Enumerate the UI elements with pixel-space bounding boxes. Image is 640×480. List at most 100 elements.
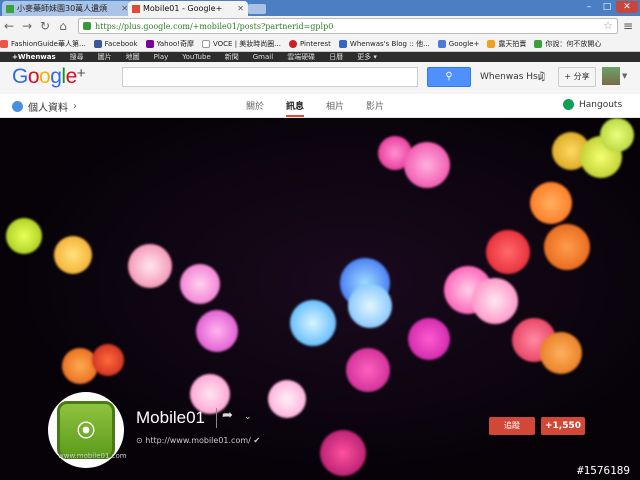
bokeh-light [320,430,366,476]
bookmarks-bar: FashionGuide華人第... Facebook Yahoo!奇摩 VOC… [0,36,640,52]
tab-videos[interactable]: 影片 [366,99,384,117]
share-arrow-icon[interactable]: ➦ [222,408,233,423]
bookmark-item[interactable]: Yahoo!奇摩 [145,39,194,49]
browser-titlebar: 小麥藥師妹園30萬人遺煩 ✕ Mobile01 - Google+ ✕ – □ … [0,0,640,16]
gbar-item[interactable]: 地圖 [126,52,140,62]
profile-subnav: 個人資料 › 關於 訊息 相片 影片 Hangouts [0,94,640,118]
gbar-item[interactable]: YouTube [182,53,210,61]
bookmark-item[interactable]: Google+ [437,39,479,48]
bokeh-light [408,318,450,360]
bokeh-light [346,348,390,392]
gbar-item[interactable]: 新聞 [225,52,239,62]
gbar-item[interactable]: 圖片 [98,52,112,62]
google-bar: +Whenwas 搜尋 圖片 地圖 Play YouTube 新聞 Gmail … [0,52,640,62]
bokeh-light [472,278,518,324]
bokeh-light [6,218,42,254]
person-icon [12,101,23,112]
window-close-icon[interactable]: ✕ [616,1,638,13]
bookmark-item[interactable]: 你說：何不放開心 [534,39,601,49]
pinterest-icon [288,39,297,48]
tab-favicon-icon [6,4,14,13]
chevron-down-icon[interactable]: ▼ [622,72,627,80]
plus-one-button[interactable]: +1,550 [541,417,585,435]
page-title: Mobile01 [136,408,205,427]
tab-close-icon[interactable]: ✕ [121,4,128,13]
bokeh-light [486,230,530,274]
bookmark-item[interactable]: VOCE | 美妝時尚圈... [201,39,281,49]
blog-icon [338,39,347,48]
bookmark-item[interactable]: Facebook [93,39,138,48]
google-plus-logo[interactable]: Google+ [12,65,86,89]
gbar-item[interactable]: +Whenwas [12,53,56,61]
google-plus-icon [437,39,446,48]
browser-tab-1[interactable]: 小麥藥師妹園30萬人遺煩 ✕ [2,1,132,16]
search-input[interactable] [122,67,418,87]
bokeh-light [348,284,392,328]
maximize-icon[interactable]: □ [598,1,616,13]
bookmark-favicon-icon [0,39,8,48]
hangouts-icon [563,99,574,110]
search-button[interactable]: ⚲ [427,67,471,87]
tab-about[interactable]: 關於 [246,99,264,117]
profile-menu[interactable]: 個人資料 › [12,99,77,114]
back-icon[interactable]: ← [0,19,18,33]
profile-tabs: 關於 訊息 相片 影片 [246,99,384,117]
lock-icon [83,22,91,30]
wrench-icon[interactable]: ≡ [623,19,633,33]
avatar-caption: www.mobile01.com [58,452,127,460]
chevron-down-icon[interactable]: ⌄ [244,412,252,422]
bookmark-star-icon[interactable]: ☆ [603,19,613,32]
bokeh-light [290,300,336,346]
tab-label: 小麥藥師妹園30萬人遺煩 [17,4,108,13]
bokeh-light [196,310,238,352]
gbar-item[interactable]: Play [154,53,169,61]
mobile01-logo-icon: ⦿ [57,401,115,459]
notification-bell-icon[interactable]: ♫ [536,69,547,83]
gbar-item[interactable]: 更多 ▾ [357,52,377,62]
bokeh-light [540,332,582,374]
bookmark-favicon-icon [534,39,543,48]
yahoo-icon [145,39,154,48]
address-bar[interactable]: https://plus.google.com/+mobile01/posts?… [78,18,618,34]
hangouts-label: Hangouts [579,99,623,110]
tab-photos[interactable]: 相片 [326,99,344,117]
home-icon[interactable]: ⌂ [54,19,72,33]
bokeh-light [92,344,124,376]
bookmark-item[interactable]: Whenwas's Blog :: 他... [338,39,430,49]
bokeh-light [180,264,220,304]
gbar-item[interactable]: 日曆 [329,52,343,62]
share-button[interactable]: + 分享 [558,67,596,87]
bokeh-light [268,380,306,418]
bookmark-item[interactable]: FashionGuide華人第... [0,39,86,49]
forward-icon[interactable]: → [18,19,36,33]
browser-navbar: ← → ↻ ⌂ https://plus.google.com/+mobile0… [0,16,640,36]
bokeh-light [128,244,172,288]
follow-button[interactable]: 追蹤 [489,417,535,435]
tab-close-icon[interactable]: ✕ [237,4,244,13]
bookmark-item[interactable]: Pinterest [288,39,331,48]
facebook-icon [93,39,102,48]
profile-label: 個人資料 [28,103,68,114]
reload-icon[interactable]: ↻ [36,19,54,33]
bokeh-light [54,236,92,274]
hangouts-button[interactable]: Hangouts [563,99,622,110]
logo-plus: + [76,65,86,82]
tab-label: Mobile01 - Google+ [143,4,223,13]
divider [216,408,217,428]
gbar-item[interactable]: 搜尋 [70,52,84,62]
user-avatar[interactable] [602,67,620,85]
user-name[interactable]: Whenwas Hsu [480,72,543,82]
bookmark-item[interactable]: 露天拍賣 [487,39,526,49]
search-icon: ⚲ [445,71,453,82]
page-icon [201,39,210,48]
tab-posts[interactable]: 訊息 [286,99,305,117]
bokeh-light [404,142,450,188]
bokeh-light [600,118,634,152]
bokeh-light [544,224,590,270]
gbar-item[interactable]: Gmail [253,53,273,61]
minimize-icon[interactable]: – [580,1,598,13]
new-tab-button[interactable] [248,4,266,14]
browser-tab-2[interactable]: Mobile01 - Google+ ✕ [128,1,248,16]
gbar-item[interactable]: 雲端硬碟 [287,52,315,62]
page-url-link[interactable]: ⊙ http://www.mobile01.com/ ✔ [136,436,260,445]
